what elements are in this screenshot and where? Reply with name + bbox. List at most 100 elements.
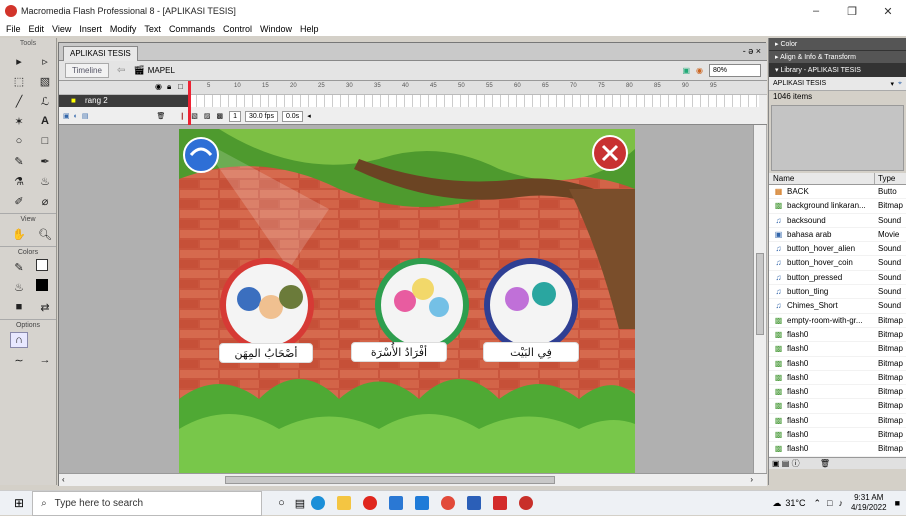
library-item[interactable]: ▦ BACK Butto bbox=[769, 185, 906, 200]
eraser-icon[interactable]: ⌀ bbox=[36, 193, 54, 209]
scroll-left-icon[interactable]: ‹ bbox=[62, 475, 65, 484]
store-icon[interactable] bbox=[415, 496, 430, 510]
menu-insert[interactable]: Insert bbox=[79, 24, 102, 34]
menu-window[interactable]: Window bbox=[260, 24, 292, 34]
fill-swatch[interactable] bbox=[36, 279, 48, 291]
pen-tool-icon[interactable]: ✶ bbox=[10, 113, 28, 129]
library-document-select[interactable]: APLIKASI TESIS ▾ ⌖ bbox=[769, 77, 906, 91]
mail-icon[interactable] bbox=[389, 496, 404, 510]
library-item[interactable]: ▩ flash0 Bitmap bbox=[769, 342, 906, 357]
cortana-icon[interactable]: ○ bbox=[278, 497, 285, 509]
library-item[interactable]: ▩ flash0 Bitmap bbox=[769, 327, 906, 343]
layer-row[interactable]: ■ rang 2 bbox=[59, 95, 189, 107]
text-tool-icon[interactable]: A bbox=[36, 113, 54, 129]
horizontal-scroll-thumb[interactable] bbox=[225, 476, 555, 484]
paint-bucket-icon[interactable]: ♨ bbox=[36, 173, 54, 189]
edit-scene-icon[interactable]: ▣ bbox=[682, 66, 690, 75]
subselection-tool-icon[interactable]: ▹ bbox=[36, 53, 54, 69]
library-item[interactable]: ▩ background linkaran... Bitmap bbox=[769, 199, 906, 214]
menu-control[interactable]: Control bbox=[223, 24, 252, 34]
outline-icon[interactable]: □ bbox=[178, 82, 183, 91]
menu-modify[interactable]: Modify bbox=[110, 24, 137, 34]
delete-layer-icon[interactable]: 🗑︎ bbox=[156, 112, 165, 120]
ink-bottle-icon[interactable]: ⚗ bbox=[10, 173, 28, 189]
library-item[interactable]: ▩ flash0 Bitmap bbox=[769, 428, 906, 443]
fill-color-icon[interactable]: ♨ bbox=[10, 279, 28, 295]
word-icon[interactable] bbox=[467, 496, 482, 510]
brush-tool-icon[interactable]: ✒ bbox=[36, 153, 54, 169]
windows-start-icon[interactable]: ⊞ bbox=[14, 496, 24, 510]
vertical-scroll-thumb[interactable] bbox=[756, 253, 764, 335]
scroll-right-icon[interactable]: › bbox=[750, 475, 753, 484]
library-item[interactable]: ♫ backsound Sound bbox=[769, 213, 906, 228]
center-frame-icon[interactable]: ❙ bbox=[179, 112, 185, 120]
menu-edit[interactable]: Edit bbox=[29, 24, 45, 34]
stage-canvas[interactable]: أصْحَابُ المِهَن أفْرَادُ الأُسْرَة فِي … bbox=[179, 129, 635, 473]
taskbar-search[interactable]: ⌕ Type here to search bbox=[32, 490, 263, 516]
pdf-icon[interactable] bbox=[493, 496, 508, 510]
smooth-icon[interactable]: ∼ bbox=[10, 352, 28, 368]
stroke-color-icon[interactable]: ✎ bbox=[10, 259, 28, 275]
onion-skin-icon[interactable]: ▧ bbox=[191, 112, 198, 120]
color-panel-header[interactable]: ▸ Color bbox=[769, 38, 906, 51]
volume-icon[interactable]: ♪ bbox=[838, 498, 843, 508]
delete-item-icon[interactable]: 🗑︎ bbox=[820, 459, 830, 468]
library-item[interactable]: ♫ Chimes_Short Sound bbox=[769, 299, 906, 314]
menu-commands[interactable]: Commands bbox=[169, 24, 215, 34]
scroll-left-icon[interactable]: ◂ bbox=[307, 112, 311, 120]
stroke-swatch[interactable] bbox=[36, 259, 48, 271]
tray-chevron-icon[interactable]: ⌃ bbox=[813, 498, 821, 509]
column-name[interactable]: Name bbox=[769, 173, 875, 184]
chevron-down-icon[interactable]: ▾ bbox=[891, 80, 895, 88]
edge-icon[interactable] bbox=[311, 496, 326, 510]
add-layer-icon[interactable]: ▣ bbox=[63, 112, 70, 120]
document-tab[interactable]: APLIKASI TESIS bbox=[63, 46, 138, 61]
flash-taskbar-icon[interactable] bbox=[519, 496, 534, 510]
family-label[interactable]: أفْرَادُ الأُسْرَة bbox=[351, 342, 447, 362]
zoom-dropdown[interactable]: 80% bbox=[709, 64, 761, 77]
weather-icon[interactable]: ☁ bbox=[772, 498, 781, 509]
fill-transform-icon[interactable]: ▧ bbox=[36, 73, 54, 89]
library-item[interactable]: ♫ button_tling Sound bbox=[769, 285, 906, 300]
library-item[interactable]: ♫ button_pressed Sound bbox=[769, 270, 906, 286]
new-symbol-icon[interactable]: ▣ bbox=[772, 459, 780, 468]
pin-icon[interactable]: ⌖ bbox=[898, 80, 902, 88]
notification-icon[interactable]: ■ bbox=[895, 498, 900, 508]
library-item[interactable]: ▩ empty-room-with-gr... Bitmap bbox=[769, 313, 906, 328]
zoom-tool-icon[interactable]: 🔍︎ bbox=[36, 226, 54, 242]
snap-magnet-icon[interactable]: ∩ bbox=[10, 332, 28, 348]
new-folder-icon[interactable]: ▤ bbox=[782, 459, 790, 468]
vertical-scrollbar[interactable] bbox=[753, 125, 766, 473]
menu-help[interactable]: Help bbox=[300, 24, 319, 34]
task-view-icon[interactable]: ▤ bbox=[295, 497, 305, 510]
frame-rate[interactable]: 30.0 fps bbox=[245, 110, 278, 122]
library-item[interactable]: ▩ flash0 Bitmap bbox=[769, 399, 906, 414]
properties-icon[interactable]: ⓘ bbox=[792, 459, 800, 468]
library-item[interactable]: ▩ flash0 Bitmap bbox=[769, 442, 906, 457]
library-item[interactable]: ▣ bahasa arab Movie bbox=[769, 227, 906, 243]
menu-file[interactable]: File bbox=[6, 24, 21, 34]
media-app-icon[interactable] bbox=[441, 496, 456, 510]
align-panel-header[interactable]: ▸ Align & Info & Transform bbox=[769, 51, 906, 64]
library-item[interactable]: ▩ flash0 Bitmap bbox=[769, 356, 906, 371]
menu-text[interactable]: Text bbox=[144, 24, 161, 34]
rectangle-tool-icon[interactable]: □ bbox=[36, 133, 54, 149]
back-arrow-icon[interactable]: ⇦ bbox=[117, 65, 125, 76]
eyedropper-icon[interactable]: ✐ bbox=[10, 193, 28, 209]
hand-tool-icon[interactable]: ✋ bbox=[10, 226, 28, 242]
frame-track[interactable] bbox=[189, 95, 759, 107]
library-item[interactable]: ▩ flash0 Bitmap bbox=[769, 385, 906, 400]
edit-multiple-icon[interactable]: ▩ bbox=[217, 112, 224, 120]
clock[interactable]: 9:31 AM 4/19/2022 bbox=[851, 493, 887, 513]
minimize-button[interactable]: – bbox=[798, 5, 834, 18]
add-guide-icon[interactable]: ◐ bbox=[74, 113, 78, 120]
swap-colors-icon[interactable]: ⇄ bbox=[36, 299, 54, 315]
horizontal-scrollbar[interactable]: ‹ › bbox=[59, 473, 767, 486]
lasso-tool-icon[interactable]: ℒ bbox=[36, 93, 54, 109]
library-panel-header[interactable]: ▾ Library - APLIKASI TESIS bbox=[769, 64, 906, 77]
add-folder-icon[interactable]: ▤ bbox=[82, 112, 89, 120]
network-icon[interactable]: □ bbox=[827, 498, 832, 508]
back-button[interactable] bbox=[183, 137, 219, 173]
opera-icon[interactable] bbox=[363, 496, 378, 510]
library-item[interactable]: ♫ button_hover_alien Sound bbox=[769, 242, 906, 257]
